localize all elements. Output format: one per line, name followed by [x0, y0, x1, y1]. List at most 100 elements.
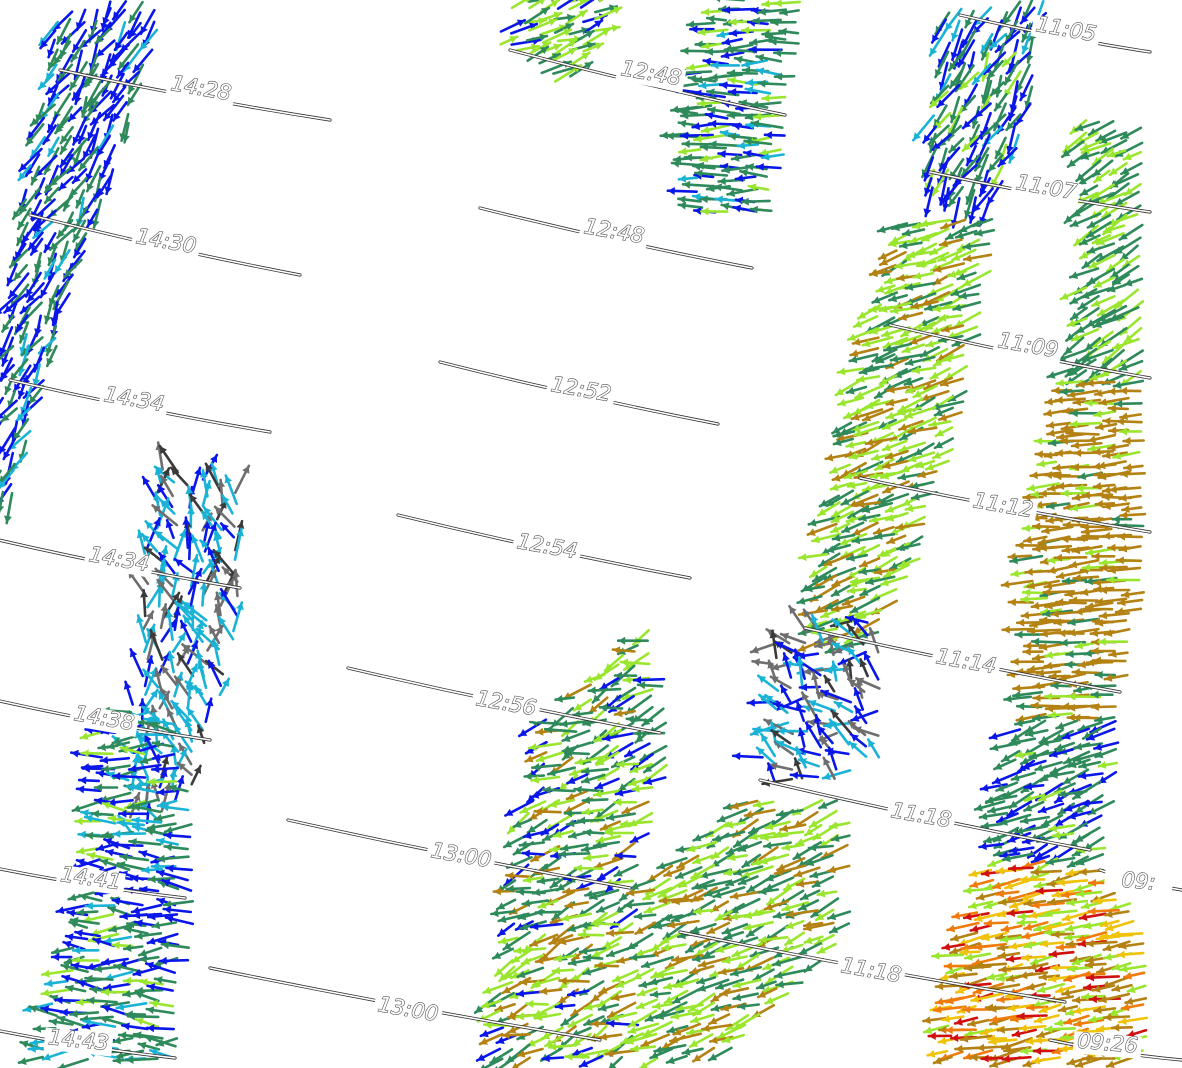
velocity-arrow — [649, 990, 672, 999]
velocity-arrow — [1070, 328, 1100, 342]
velocity-arrow — [194, 684, 208, 707]
velocity-arrow — [0, 490, 5, 514]
time-label: 11:12 — [971, 488, 1035, 522]
velocity-arrow — [232, 601, 244, 633]
velocity-arrow — [859, 658, 869, 678]
velocity-arrow — [651, 1001, 673, 1010]
velocity-arrow — [820, 689, 853, 704]
velocity-arrow — [57, 175, 74, 191]
velocity-arrow — [524, 999, 549, 1008]
velocity-arrow — [199, 581, 208, 607]
velocity-arrow — [828, 922, 851, 934]
velocity-arrow — [729, 890, 763, 900]
velocity-arrow — [1098, 586, 1131, 595]
velocity-arrow — [962, 253, 993, 263]
velocity-arrow — [898, 311, 924, 321]
velocity-arrow — [1036, 459, 1058, 468]
velocity-arrow — [764, 992, 790, 1005]
velocity-arrow — [191, 466, 202, 493]
velocity-arrow — [757, 79, 787, 88]
velocity-arrow — [629, 832, 650, 844]
velocity-arrow — [904, 504, 927, 513]
velocity-arrow — [6, 263, 18, 287]
velocity-arrow — [737, 840, 763, 853]
velocity-arrow — [1096, 460, 1127, 470]
velocity-arrow — [700, 207, 729, 216]
velocity-arrow — [755, 163, 782, 171]
velocity-arrow — [1015, 102, 1032, 126]
velocity-arrow — [653, 1044, 687, 1054]
velocity-arrow — [510, 0, 530, 10]
velocity-arrow — [904, 355, 936, 367]
velocity-arrow — [1103, 627, 1131, 637]
velocity-arrow — [137, 946, 163, 957]
velocity-arrow — [595, 901, 620, 914]
velocity-arrow — [176, 761, 193, 777]
velocity-arrow — [47, 38, 56, 59]
velocity-arrow — [104, 848, 133, 859]
velocity-arrow — [773, 968, 807, 979]
velocity-arrow — [1118, 544, 1142, 553]
velocity-arrow — [989, 81, 1005, 97]
velocity-arrow — [845, 440, 867, 449]
velocity-arrow — [565, 789, 589, 801]
velocity-arrow — [951, 19, 961, 42]
velocity-arrow — [803, 957, 825, 973]
velocity-arrow — [736, 1002, 761, 1011]
velocity-arrow — [138, 954, 160, 963]
velocity-arrow — [17, 1055, 45, 1065]
time-label: 14:28 — [169, 71, 233, 105]
velocity-arrow — [638, 1057, 658, 1068]
velocity-arrow — [495, 898, 517, 911]
velocity-arrow — [598, 0, 605, 3]
velocity-arrow — [516, 966, 545, 979]
velocity-arrow — [681, 180, 715, 189]
velocity-arrow — [969, 924, 992, 933]
time-label: 14:38 — [72, 701, 136, 735]
velocity-arrow — [797, 758, 820, 768]
velocity-arrow — [1118, 427, 1143, 436]
velocity-arrow — [857, 543, 881, 557]
velocity-arrow — [696, 976, 717, 985]
velocity-arrow — [1123, 277, 1144, 287]
velocity-arrow — [77, 776, 100, 785]
time-label: 14:34 — [87, 542, 151, 576]
velocity-arrow — [561, 741, 592, 753]
velocity-arrow — [789, 771, 820, 780]
velocity-arrow — [933, 437, 955, 450]
velocity-arrow — [1086, 242, 1115, 254]
velocity-arrow — [621, 800, 650, 815]
velocity-arrow — [773, 0, 802, 8]
velocity-arrow — [993, 758, 1017, 771]
velocity-arrow — [961, 269, 992, 287]
velocity-arrow — [557, 850, 591, 859]
velocity-arrow — [1119, 470, 1146, 478]
velocity-arrow — [731, 752, 764, 761]
velocity-arrow — [821, 769, 852, 781]
velocity-arrow — [716, 0, 746, 3]
velocity-arrow — [1055, 719, 1079, 730]
velocity-arrow — [678, 147, 702, 156]
velocity-arrow — [598, 674, 623, 691]
time-label: 11:07 — [1014, 170, 1078, 204]
velocity-arrow — [1037, 802, 1065, 814]
velocity-arrow — [1118, 1016, 1149, 1025]
velocity-arrow — [823, 674, 836, 693]
velocity-arrow — [1092, 409, 1117, 418]
velocity-arrow — [1046, 565, 1074, 575]
velocity-arrow — [721, 6, 756, 14]
velocity-arrow — [911, 114, 936, 142]
time-label: 14:30 — [134, 224, 198, 258]
velocity-arrow — [880, 541, 911, 558]
velocity-arrow — [133, 991, 160, 1003]
velocity-arrow — [129, 648, 144, 678]
velocity-arrow — [692, 831, 714, 842]
velocity-arrow — [721, 37, 743, 46]
velocity-arrow — [41, 1049, 71, 1061]
velocity-arrow — [4, 374, 15, 396]
velocity-arrow — [807, 843, 835, 852]
velocity-arrow — [952, 300, 982, 312]
velocity-arrow — [699, 154, 726, 163]
time-label: 13:00 — [376, 992, 440, 1026]
velocity-arrow — [749, 205, 773, 214]
